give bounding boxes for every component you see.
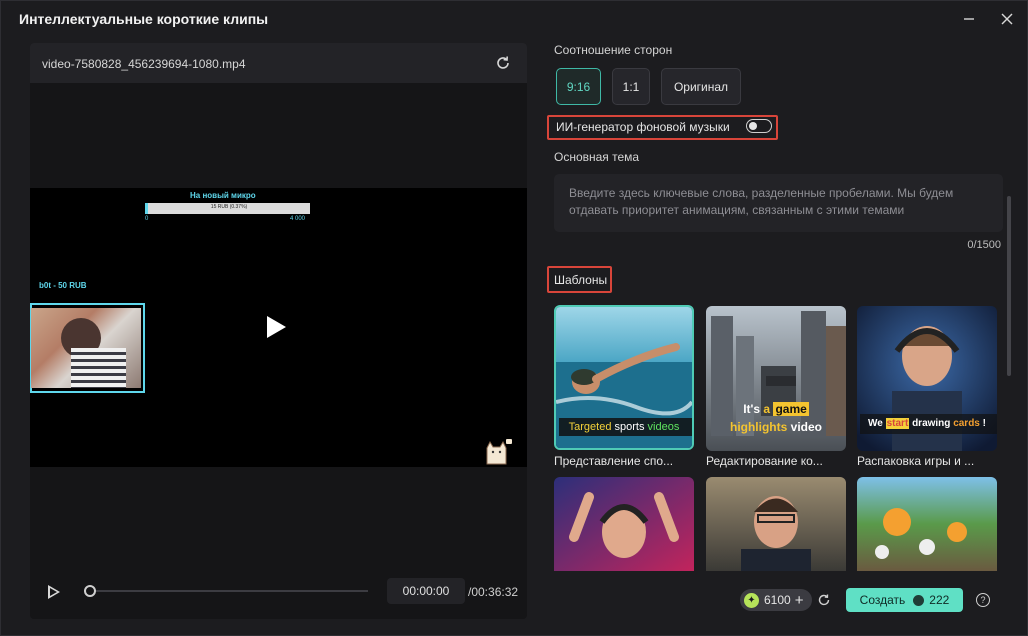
close-icon xyxy=(1001,13,1013,25)
play-overlay-icon[interactable] xyxy=(267,316,286,338)
ai-music-toggle[interactable] xyxy=(746,119,772,133)
credits-count: 6100 xyxy=(764,593,791,607)
template-tile-battle[interactable] xyxy=(857,477,997,571)
minimize-button[interactable] xyxy=(959,9,979,29)
template-caption: Редактирование ко... xyxy=(706,454,823,468)
play-icon xyxy=(50,588,57,596)
credits-badge[interactable]: ✦ 6100 + xyxy=(740,589,812,611)
template-tile-game-highlights[interactable]: It's a game highlights video xyxy=(706,306,846,451)
donor-label: b0t - 50 RUB xyxy=(39,281,87,290)
add-credits-icon[interactable]: + xyxy=(795,592,804,609)
overlay-word: game xyxy=(773,402,809,416)
overlay-word: sports xyxy=(614,421,645,433)
overlay-word: videos xyxy=(647,421,680,433)
overlay-word: start xyxy=(885,418,910,429)
ai-music-label: ИИ-генератор фоновой музыки xyxy=(556,120,730,134)
ratio-original-button[interactable]: Оригинал xyxy=(661,68,741,105)
overlay-word: video xyxy=(790,420,822,434)
credit-coin-icon xyxy=(913,594,925,606)
template-overlay-text: We start drawing cards ! xyxy=(857,418,997,429)
template-caption: Представление спо... xyxy=(554,454,674,468)
reset-button[interactable] xyxy=(493,53,513,73)
playback-controls: 00:00:00 /00:36:32 xyxy=(30,573,527,619)
title-bar: Интеллектуальные короткие клипы xyxy=(1,1,1028,37)
cat-sticker-icon xyxy=(486,439,512,465)
theme-label: Основная тема xyxy=(554,150,640,164)
overlay-word: drawing xyxy=(912,418,951,429)
overlay-word: Targeted xyxy=(568,421,612,433)
seek-handle[interactable] xyxy=(84,585,96,597)
overlay-word: It's xyxy=(743,402,761,416)
smart-short-clips-dialog: Интеллектуальные короткие клипы video-75… xyxy=(0,0,1028,636)
template-overlay-text: Targeted sports videos xyxy=(556,421,692,433)
template-tile-sports[interactable]: Targeted sports videos xyxy=(554,305,694,450)
theme-char-counter: 0/1500 xyxy=(967,239,1001,251)
rotate-icon xyxy=(497,56,509,69)
donation-progress-text: 15 RUB (0.37%) xyxy=(210,204,248,210)
close-button[interactable] xyxy=(997,9,1017,29)
create-button[interactable]: Создать 222 xyxy=(846,588,963,612)
ratio-9-16-button[interactable]: 9:16 xyxy=(556,68,601,105)
theme-input[interactable] xyxy=(554,174,1003,232)
webcam-person-shirt xyxy=(71,348,126,388)
create-cost: 222 xyxy=(929,593,950,607)
overlay-word: ! xyxy=(982,418,986,429)
donation-goal-title: На новый микро xyxy=(190,191,256,200)
refresh-icon[interactable] xyxy=(816,592,832,608)
create-label: Создать xyxy=(859,593,906,607)
template-thumbnail-stadium xyxy=(706,477,846,571)
seek-bar[interactable] xyxy=(88,590,368,592)
window-title: Интеллектуальные короткие клипы xyxy=(19,11,269,27)
template-overlay-text: It's a game xyxy=(706,402,846,416)
toggle-knob xyxy=(749,121,757,130)
overlay-word: highlights xyxy=(729,420,788,434)
templates-label: Шаблоны xyxy=(554,273,608,287)
overlay-word: We xyxy=(867,418,883,429)
template-tile-celebration[interactable] xyxy=(554,477,694,571)
aspect-ratio-label: Соотношение сторон xyxy=(554,43,673,57)
template-overlay-text-2: highlights video xyxy=(706,420,846,434)
help-icon[interactable]: ? xyxy=(976,593,990,607)
ratio-1-1-button[interactable]: 1:1 xyxy=(612,68,650,105)
total-time: /00:36:32 xyxy=(468,585,519,599)
video-frame[interactable]: На новый микро 15 RUB (0.37%) 0 4 000 b0… xyxy=(30,188,527,467)
minimize-icon xyxy=(964,18,974,20)
donation-progress-bar: 15 RUB (0.37%) xyxy=(145,203,310,214)
template-caption: Распаковка игры и ... xyxy=(857,454,975,468)
donation-min: 0 xyxy=(145,216,149,222)
overlay-word: cards xyxy=(953,418,980,429)
webcam-image xyxy=(31,308,141,388)
preview-header: video-7580828_456239694-1080.mp4 xyxy=(30,43,527,83)
template-tile-stadium[interactable] xyxy=(706,477,846,571)
template-thumbnail-celebration xyxy=(554,477,694,571)
settings-scrollbar[interactable] xyxy=(1007,196,1011,376)
template-thumbnail-battle xyxy=(857,477,997,571)
video-filename: video-7580828_456239694-1080.mp4 xyxy=(42,57,246,71)
credit-coin-icon: ✦ xyxy=(744,592,759,608)
current-time[interactable]: 00:00:00 xyxy=(387,578,465,604)
template-thumbnail-gamer xyxy=(857,306,997,451)
video-preview-panel: video-7580828_456239694-1080.mp4 На новы… xyxy=(30,43,527,619)
donation-max: 4 000 xyxy=(290,216,306,222)
template-tile-game-unboxing[interactable]: We start drawing cards ! xyxy=(857,306,997,451)
overlay-word: a xyxy=(763,402,771,416)
